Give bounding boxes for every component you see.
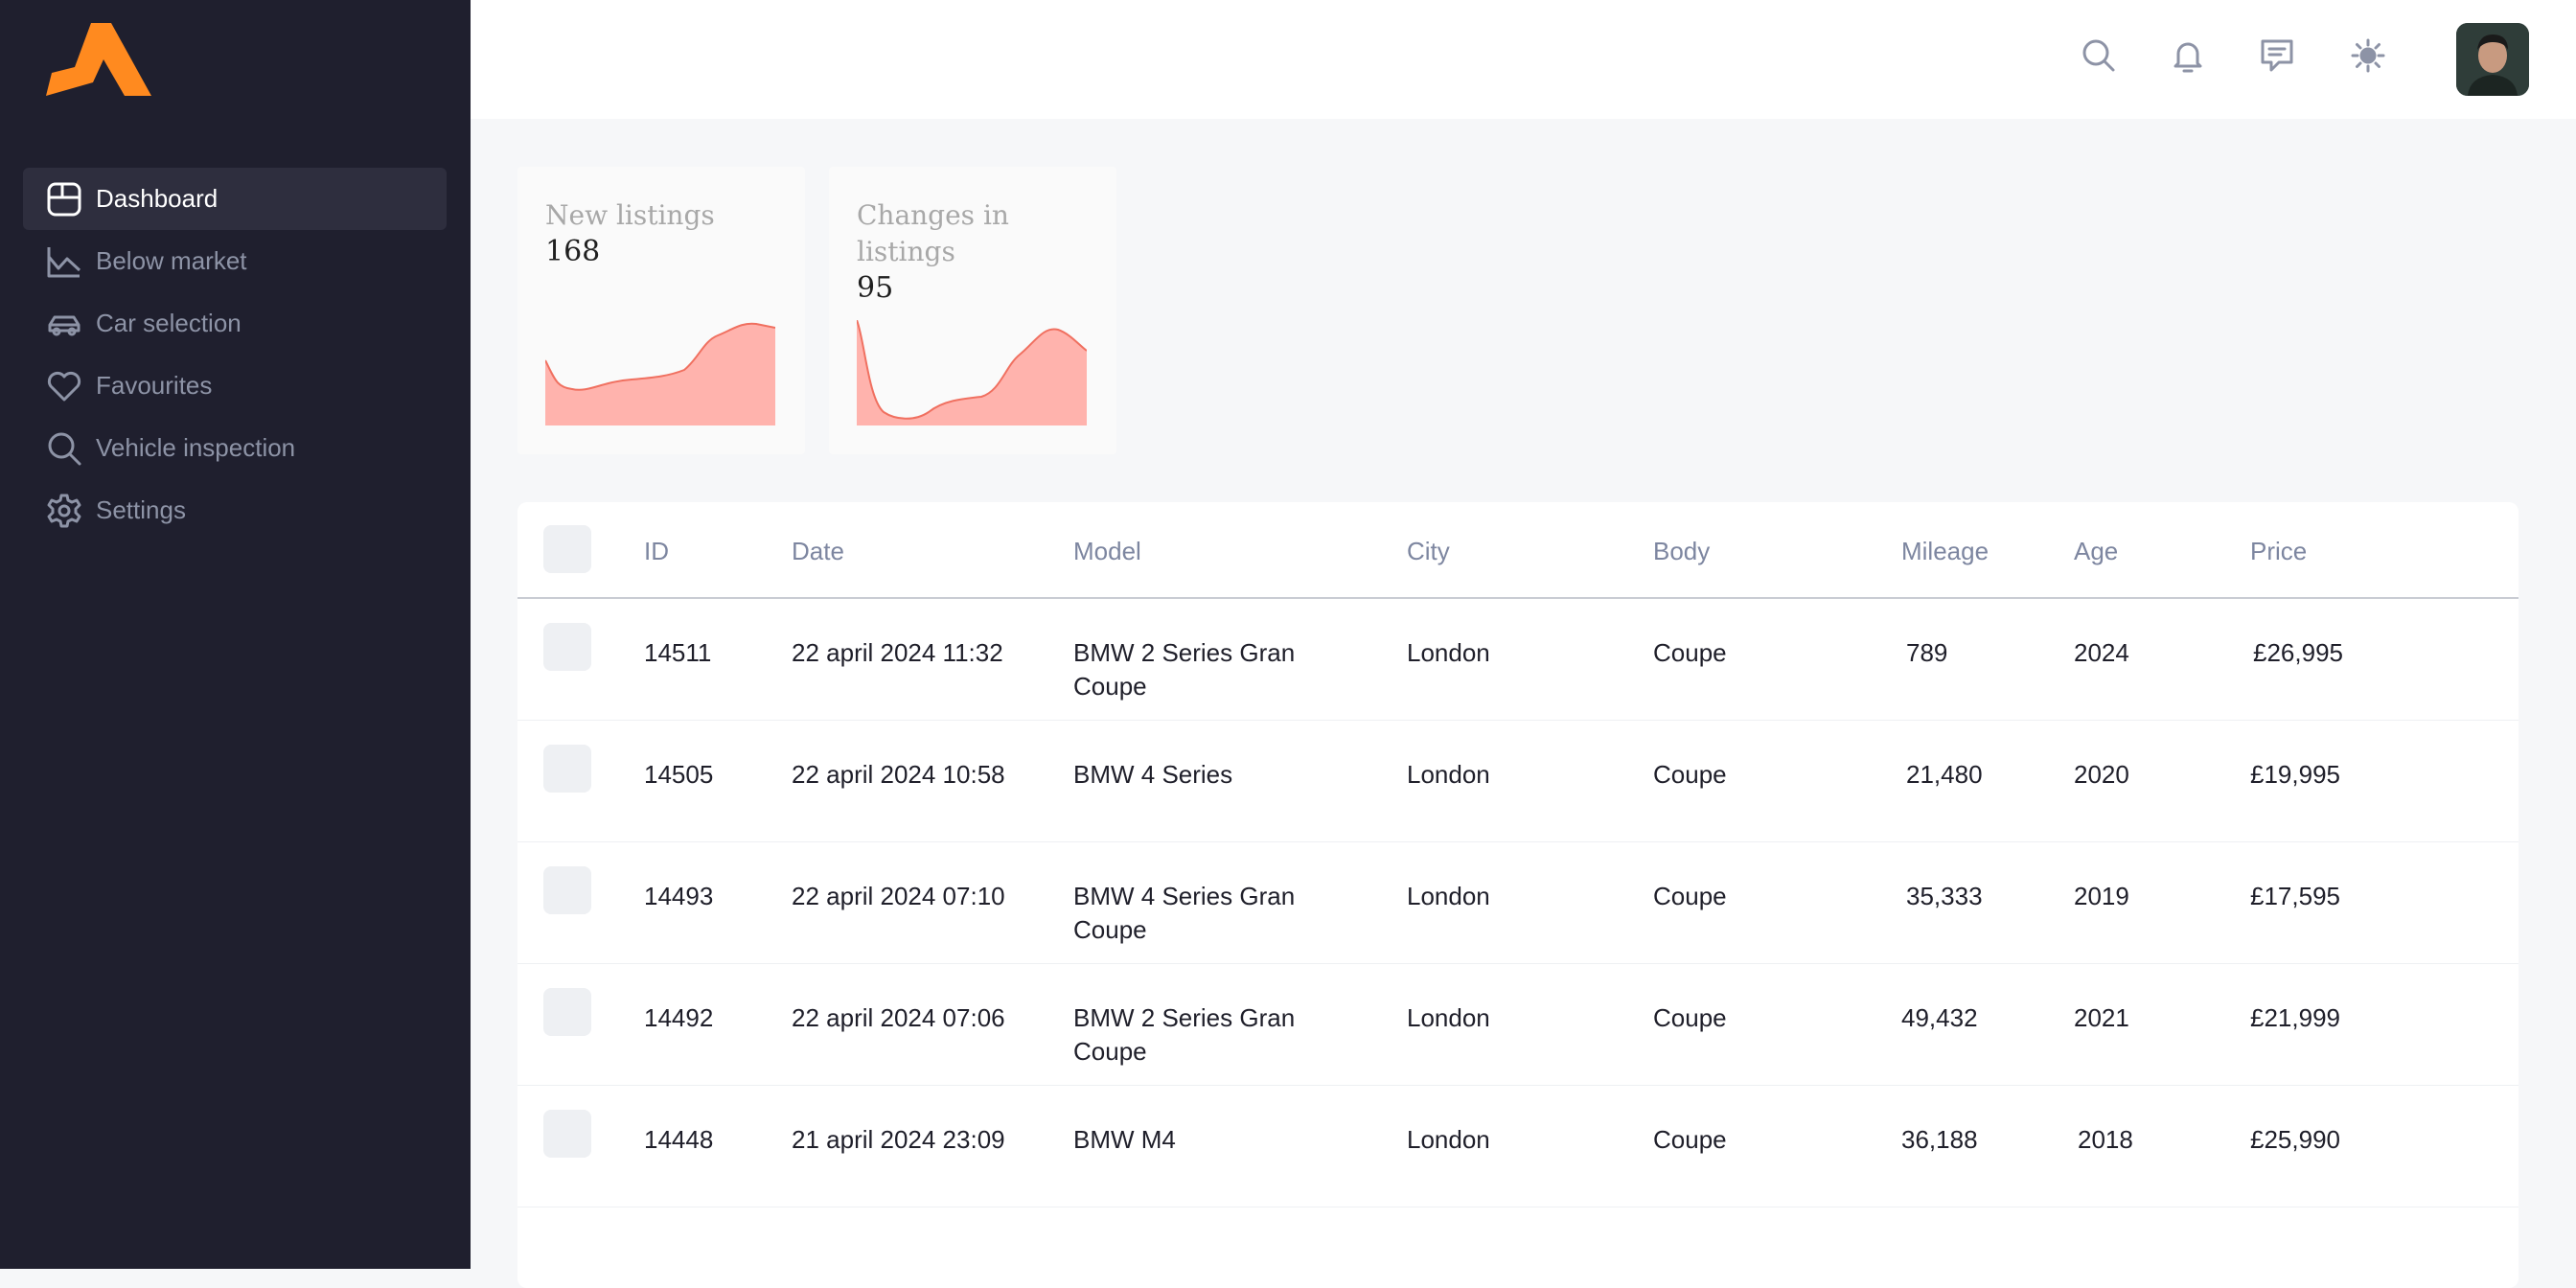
column-header-body[interactable]: Body — [1653, 537, 1710, 566]
top-bar — [471, 0, 2576, 119]
new-listings-sparkline — [545, 322, 775, 426]
cell-id: 14505 — [644, 760, 714, 789]
cell-model: BMW 2 Series Gran Coupe — [1073, 638, 1296, 701]
column-header-price[interactable]: Price — [2250, 537, 2307, 566]
stat-value: 168 — [545, 235, 601, 268]
message-icon[interactable] — [2256, 34, 2298, 77]
cell-city: London — [1407, 760, 1490, 789]
stat-value: 95 — [857, 271, 894, 305]
cell-date: 22 april 2024 11:32 — [792, 638, 1003, 667]
cell-id: 14448 — [644, 1125, 714, 1154]
cell-city: London — [1407, 638, 1490, 667]
cell-city: London — [1407, 1003, 1490, 1032]
cell-city: London — [1407, 1125, 1490, 1154]
row-checkbox[interactable] — [543, 1110, 591, 1158]
sidebar-item-label: Settings — [96, 495, 186, 524]
cell-age: 2020 — [2074, 760, 2129, 789]
cell-age: 2019 — [2074, 882, 2129, 910]
cell-price: £19,995 — [2250, 760, 2340, 789]
sidebar: Dashboard Below market Car selection Fav… — [0, 0, 471, 1269]
cell-mileage: 36,188 — [1901, 1125, 1978, 1154]
column-header-date[interactable]: Date — [792, 537, 844, 566]
stat-title: New listings — [545, 199, 715, 231]
cell-date: 22 april 2024 10:58 — [792, 760, 1005, 789]
table-row[interactable]: 14448 21 april 2024 23:09 BMW M4 London … — [518, 1085, 2518, 1208]
column-header-city[interactable]: City — [1407, 537, 1450, 566]
avatar[interactable] — [2456, 23, 2529, 96]
row-checkbox[interactable] — [543, 988, 591, 1036]
row-checkbox[interactable] — [543, 623, 591, 671]
car-icon — [46, 306, 82, 342]
row-checkbox[interactable] — [543, 745, 591, 793]
column-header-model[interactable]: Model — [1073, 537, 1141, 566]
cell-mileage: 49,432 — [1901, 1003, 1978, 1032]
cell-date: 22 april 2024 07:10 — [792, 882, 1005, 910]
cell-date: 21 april 2024 23:09 — [792, 1125, 1005, 1154]
cell-age: 2018 — [2078, 1125, 2133, 1154]
brand-logo[interactable] — [46, 23, 151, 96]
cell-city: London — [1407, 882, 1490, 910]
column-header-id[interactable]: ID — [644, 537, 669, 566]
select-all-checkbox[interactable] — [543, 525, 591, 573]
table-header: ID Date Model City Body Mileage Age Pric… — [518, 502, 2518, 599]
cell-body: Coupe — [1653, 1003, 1727, 1032]
listings-table: ID Date Model City Body Mileage Age Pric… — [518, 502, 2518, 1288]
cell-id: 14511 — [644, 638, 712, 667]
sidebar-item-label: Car selection — [96, 309, 242, 337]
cell-body: Coupe — [1653, 1125, 1727, 1154]
sidebar-item-car-selection[interactable]: Car selection — [23, 292, 447, 355]
cell-mileage: 35,333 — [1906, 882, 1983, 910]
cell-body: Coupe — [1653, 760, 1727, 789]
cell-model: BMW M4 — [1073, 1125, 1176, 1154]
heart-icon — [46, 368, 82, 404]
table-row[interactable]: 14511 22 april 2024 11:32 BMW 2 Series G… — [518, 598, 2518, 721]
cell-model: BMW 4 Series — [1073, 760, 1233, 789]
table-row[interactable]: 14493 22 april 2024 07:10 BMW 4 Series G… — [518, 841, 2518, 964]
cell-date: 22 april 2024 07:06 — [792, 1003, 1005, 1032]
cell-price: £26,995 — [2253, 638, 2343, 667]
bell-icon[interactable] — [2167, 34, 2209, 77]
cell-price: £17,595 — [2250, 882, 2340, 910]
column-header-age[interactable]: Age — [2074, 537, 2118, 566]
cell-mileage: 21,480 — [1906, 760, 1983, 789]
sidebar-item-favourites[interactable]: Favourites — [23, 355, 447, 417]
chart-icon — [46, 243, 82, 280]
cell-price: £21,999 — [2250, 1003, 2340, 1032]
cell-age: 2024 — [2074, 638, 2129, 667]
cell-mileage: 789 — [1906, 638, 1948, 667]
sun-icon[interactable] — [2347, 34, 2389, 77]
stat-card-changes-in-listings: Changes in listings 95 — [829, 167, 1116, 454]
dashboard-icon — [46, 181, 82, 218]
search-icon[interactable] — [2078, 34, 2120, 77]
cell-body: Coupe — [1653, 882, 1727, 910]
cell-body: Coupe — [1653, 638, 1727, 667]
cell-price: £25,990 — [2250, 1125, 2340, 1154]
sidebar-item-dashboard[interactable]: Dashboard — [23, 168, 447, 230]
gear-icon — [46, 493, 82, 529]
row-checkbox[interactable] — [543, 866, 591, 914]
sidebar-item-vehicle-inspection[interactable]: Vehicle inspection — [23, 417, 447, 479]
changes-sparkline — [857, 320, 1087, 426]
sidebar-item-settings[interactable]: Settings — [23, 479, 447, 541]
stat-card-new-listings: New listings 168 — [518, 167, 805, 454]
sidebar-item-label: Below market — [96, 246, 247, 275]
sidebar-item-below-market[interactable]: Below market — [23, 230, 447, 292]
cell-model: BMW 2 Series Gran Coupe — [1073, 1003, 1296, 1066]
sidebar-item-label: Dashboard — [96, 184, 218, 213]
sidebar-nav: Dashboard Below market Car selection Fav… — [23, 168, 447, 541]
sidebar-item-label: Vehicle inspection — [96, 433, 296, 462]
cell-id: 14492 — [644, 1003, 714, 1032]
stat-title: Changes in listings — [857, 199, 1009, 267]
table-row[interactable]: 14505 22 april 2024 10:58 BMW 4 Series L… — [518, 720, 2518, 842]
sidebar-item-label: Favourites — [96, 371, 213, 400]
cell-age: 2021 — [2074, 1003, 2129, 1032]
cell-id: 14493 — [644, 882, 714, 910]
column-header-mileage[interactable]: Mileage — [1901, 537, 1989, 566]
search-icon — [46, 430, 82, 467]
cell-model: BMW 4 Series Gran Coupe — [1073, 882, 1296, 944]
table-row[interactable]: 14492 22 april 2024 07:06 BMW 2 Series G… — [518, 963, 2518, 1086]
